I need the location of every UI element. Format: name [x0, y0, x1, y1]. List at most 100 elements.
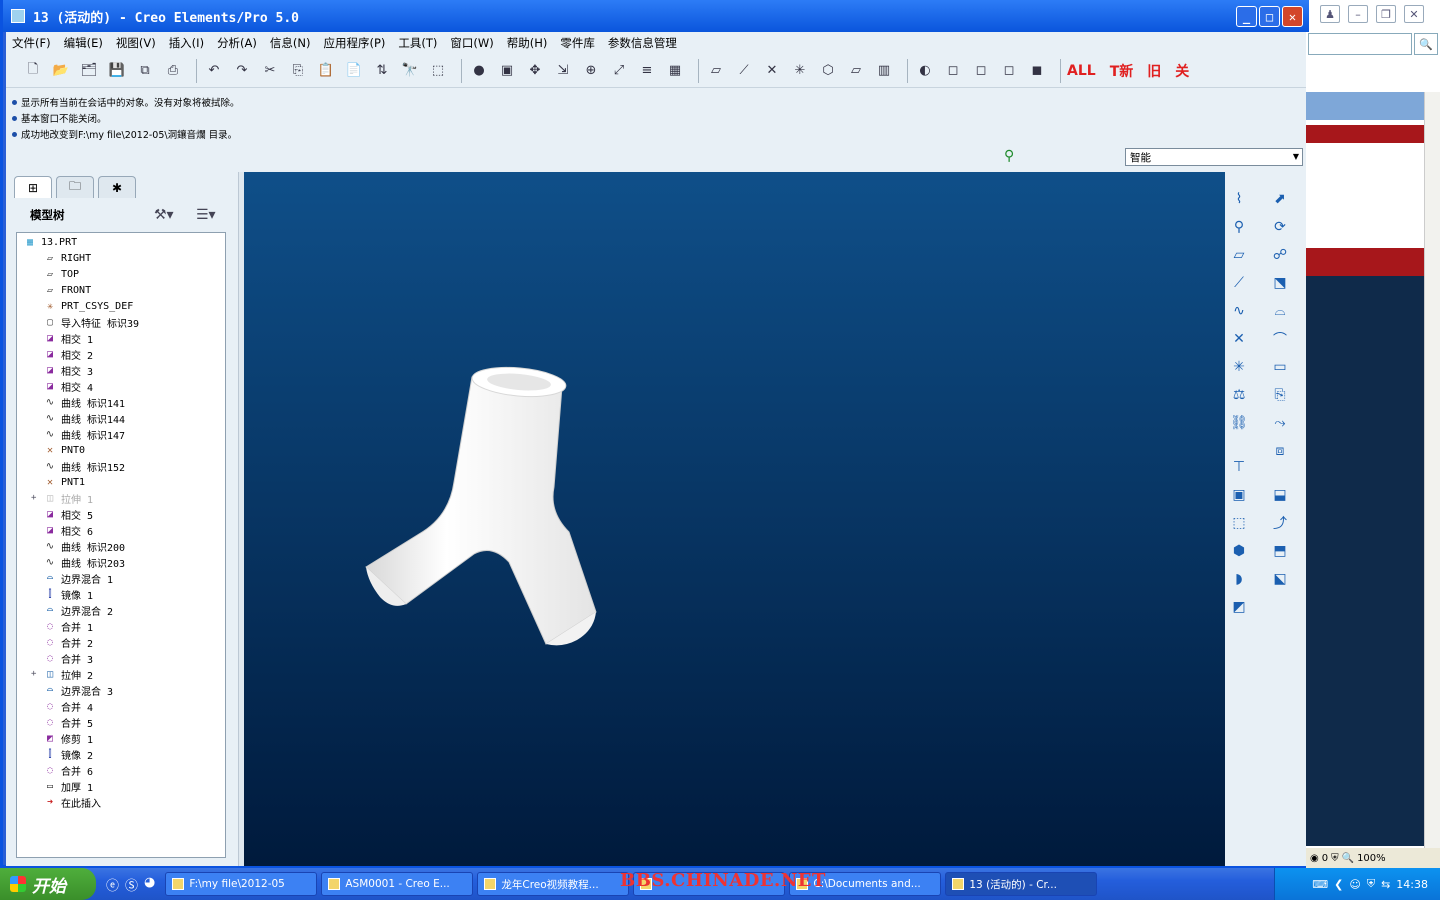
- tree-item[interactable]: ◌ 合并 2: [43, 634, 93, 650]
- tree-item[interactable]: ▦ 13.PRT: [23, 234, 77, 250]
- solidify-tool-icon[interactable]: ⬕: [1269, 568, 1291, 590]
- toolbar-all-button[interactable]: ALL: [1067, 63, 1096, 79]
- draft-tool-icon[interactable]: ⬚: [1228, 512, 1250, 534]
- task-tutorial[interactable]: 龙年Creo视频教程...: [477, 872, 630, 896]
- close-button[interactable]: ✕: [1282, 6, 1303, 27]
- select-box-icon[interactable]: ⬚: [427, 60, 449, 82]
- restore-icon[interactable]: ❐: [1376, 5, 1396, 23]
- color-appearance-icon[interactable]: ▥: [873, 60, 895, 82]
- merge-tool-icon[interactable]: ⬒: [1269, 540, 1291, 562]
- undo-icon[interactable]: ↶: [203, 60, 225, 82]
- thicken-tool-icon[interactable]: ◗: [1228, 568, 1250, 590]
- no-hidden-icon[interactable]: ◻: [998, 60, 1020, 82]
- round-tool-icon[interactable]: ⤴: [1269, 512, 1291, 534]
- toolbar-old-button[interactable]: 旧: [1147, 61, 1161, 81]
- paste-icon[interactable]: 📋: [315, 60, 337, 82]
- zoom-icon[interactable]: 🔍: [1342, 853, 1354, 864]
- maximize-button[interactable]: □: [1259, 6, 1280, 27]
- tree-columns-icon[interactable]: ☰▾: [196, 207, 216, 223]
- chamfer-tool-icon[interactable]: ⬢: [1228, 540, 1250, 562]
- sogou-icon[interactable]: Ⓢ: [125, 875, 138, 894]
- print-icon[interactable]: ⎙: [162, 60, 184, 82]
- ie-icon[interactable]: ⓔ: [106, 875, 119, 894]
- offset-tool-icon[interactable]: ⎘: [1269, 384, 1291, 406]
- datum-plane-tool-icon[interactable]: ▱: [1228, 244, 1250, 266]
- status-light-icon[interactable]: ⚲: [1004, 148, 1014, 164]
- expand-icon[interactable]: +: [31, 669, 36, 679]
- menu-param-info[interactable]: 参数信息管理: [608, 35, 677, 51]
- cut-icon[interactable]: ✂: [259, 60, 281, 82]
- tree-item[interactable]: ⌓ 边界混合 3: [43, 682, 113, 698]
- firefox-icon[interactable]: ◕: [144, 875, 155, 894]
- orient-mode-icon[interactable]: ⇲: [552, 60, 574, 82]
- tree-item[interactable]: ▱ TOP: [43, 266, 79, 282]
- datum-point-display-icon[interactable]: ✕: [761, 60, 783, 82]
- tab-favorites[interactable]: ✱: [98, 176, 136, 198]
- analysis-feature-icon[interactable]: ⚖: [1228, 384, 1250, 406]
- tree-item[interactable]: ✳ PRT_CSYS_DEF: [43, 298, 133, 314]
- copy-icon[interactable]: ⎘: [287, 60, 309, 82]
- tree-item[interactable]: ∿ 曲线 标识147: [43, 426, 125, 442]
- revolve-tool-icon[interactable]: ⟳: [1269, 216, 1291, 238]
- datum-point-tool-icon[interactable]: ✕: [1228, 328, 1250, 350]
- trim-tool-icon[interactable]: ◩: [1228, 596, 1250, 618]
- search-icon[interactable]: 🔍: [1414, 33, 1438, 55]
- blend-tool-icon[interactable]: ⬔: [1269, 272, 1291, 294]
- swept-blend-icon[interactable]: ⧈: [1269, 440, 1291, 462]
- csys-tool-icon[interactable]: ✳: [1228, 356, 1250, 378]
- tree-item[interactable]: ◌ 合并 1: [43, 618, 93, 634]
- tree-item[interactable]: ◪ 相交 6: [43, 522, 93, 538]
- tree-item[interactable]: ◪ 相交 1: [43, 330, 93, 346]
- tree-item[interactable]: ◪ 相交 3: [43, 362, 93, 378]
- hole-tool-icon[interactable]: ⛓: [1228, 412, 1250, 434]
- display-style-icon[interactable]: ●: [468, 60, 490, 82]
- menu-edit[interactable]: 编辑(E): [64, 35, 103, 51]
- keyboard-icon[interactable]: ⌨: [1312, 878, 1328, 891]
- sketch-tool-icon[interactable]: ⌇: [1228, 188, 1250, 210]
- shell-tool-icon[interactable]: ⬓: [1269, 484, 1291, 506]
- datum-axis-tool-icon[interactable]: ⟋: [1228, 272, 1250, 294]
- save-copy-icon[interactable]: ⧉: [134, 60, 156, 82]
- open-session-icon[interactable]: 🗂: [78, 60, 100, 82]
- zoom-in-icon[interactable]: ⊕: [580, 60, 602, 82]
- start-button[interactable]: 开始: [0, 868, 96, 900]
- tree-item[interactable]: + ◫ 拉伸 1: [31, 490, 93, 506]
- y-pipe-model[interactable]: [365, 364, 597, 646]
- tree-item[interactable]: ✕ PNT0: [43, 442, 85, 458]
- datum-axis-display-icon[interactable]: ⟋: [733, 60, 755, 82]
- tree-item[interactable]: ◪ 相交 2: [43, 346, 93, 362]
- variable-sweep-icon[interactable]: ☍: [1269, 244, 1291, 266]
- tree-settings-icon[interactable]: ⚒▾: [154, 207, 174, 223]
- tree-item[interactable]: ◌ 合并 4: [43, 698, 93, 714]
- tree-item[interactable]: ◪ 相交 5: [43, 506, 93, 522]
- title-bar[interactable]: 13 (活动的) - Creo Elements/Pro 5.0 _ □ ✕: [3, 0, 1309, 32]
- menu-analysis[interactable]: 分析(A): [217, 35, 257, 51]
- hidden-line-icon[interactable]: ◻: [970, 60, 992, 82]
- tab-folder-browser[interactable]: 🗀: [56, 176, 94, 198]
- open-folder-icon[interactable]: 📂: [50, 60, 72, 82]
- extrude-tool-icon[interactable]: ⬈: [1269, 188, 1291, 210]
- sweep-tool-icon[interactable]: ⤳: [1269, 412, 1291, 434]
- tree-item[interactable]: + ◫ 拉伸 2: [31, 666, 93, 682]
- browser-scrollbar[interactable]: [1424, 92, 1440, 848]
- shield-icon[interactable]: ⛨: [1367, 877, 1375, 891]
- menu-info[interactable]: 信息(N): [270, 35, 311, 51]
- tree-item[interactable]: ➜ 在此插入: [43, 794, 101, 810]
- menu-window[interactable]: 窗口(W): [450, 35, 493, 51]
- tree-item[interactable]: ◌ 合并 6: [43, 762, 93, 778]
- fill-tool-icon[interactable]: ▭: [1269, 356, 1291, 378]
- csys-display-icon[interactable]: ✳: [789, 60, 811, 82]
- view-manager-icon[interactable]: ▦: [664, 60, 686, 82]
- menu-part-library[interactable]: 零件库: [560, 35, 595, 51]
- rib-tool-icon[interactable]: ⊤: [1228, 456, 1250, 478]
- plane-tag-icon[interactable]: ▱: [845, 60, 867, 82]
- tree-item[interactable]: ▱ FRONT: [43, 282, 91, 298]
- shading-icon[interactable]: ◼: [1026, 60, 1048, 82]
- tab-model-tree[interactable]: ⊞: [14, 176, 52, 198]
- tree-item[interactable]: ∿ 曲线 标识144: [43, 410, 125, 426]
- datum-plane-display-icon[interactable]: ▱: [705, 60, 727, 82]
- tree-item[interactable]: ⌓ 边界混合 2: [43, 602, 113, 618]
- menu-view[interactable]: 视图(V): [116, 35, 156, 51]
- sketch-plane-icon[interactable]: ⚲: [1228, 216, 1250, 238]
- tree-item[interactable]: ⌓ 边界混合 1: [43, 570, 113, 586]
